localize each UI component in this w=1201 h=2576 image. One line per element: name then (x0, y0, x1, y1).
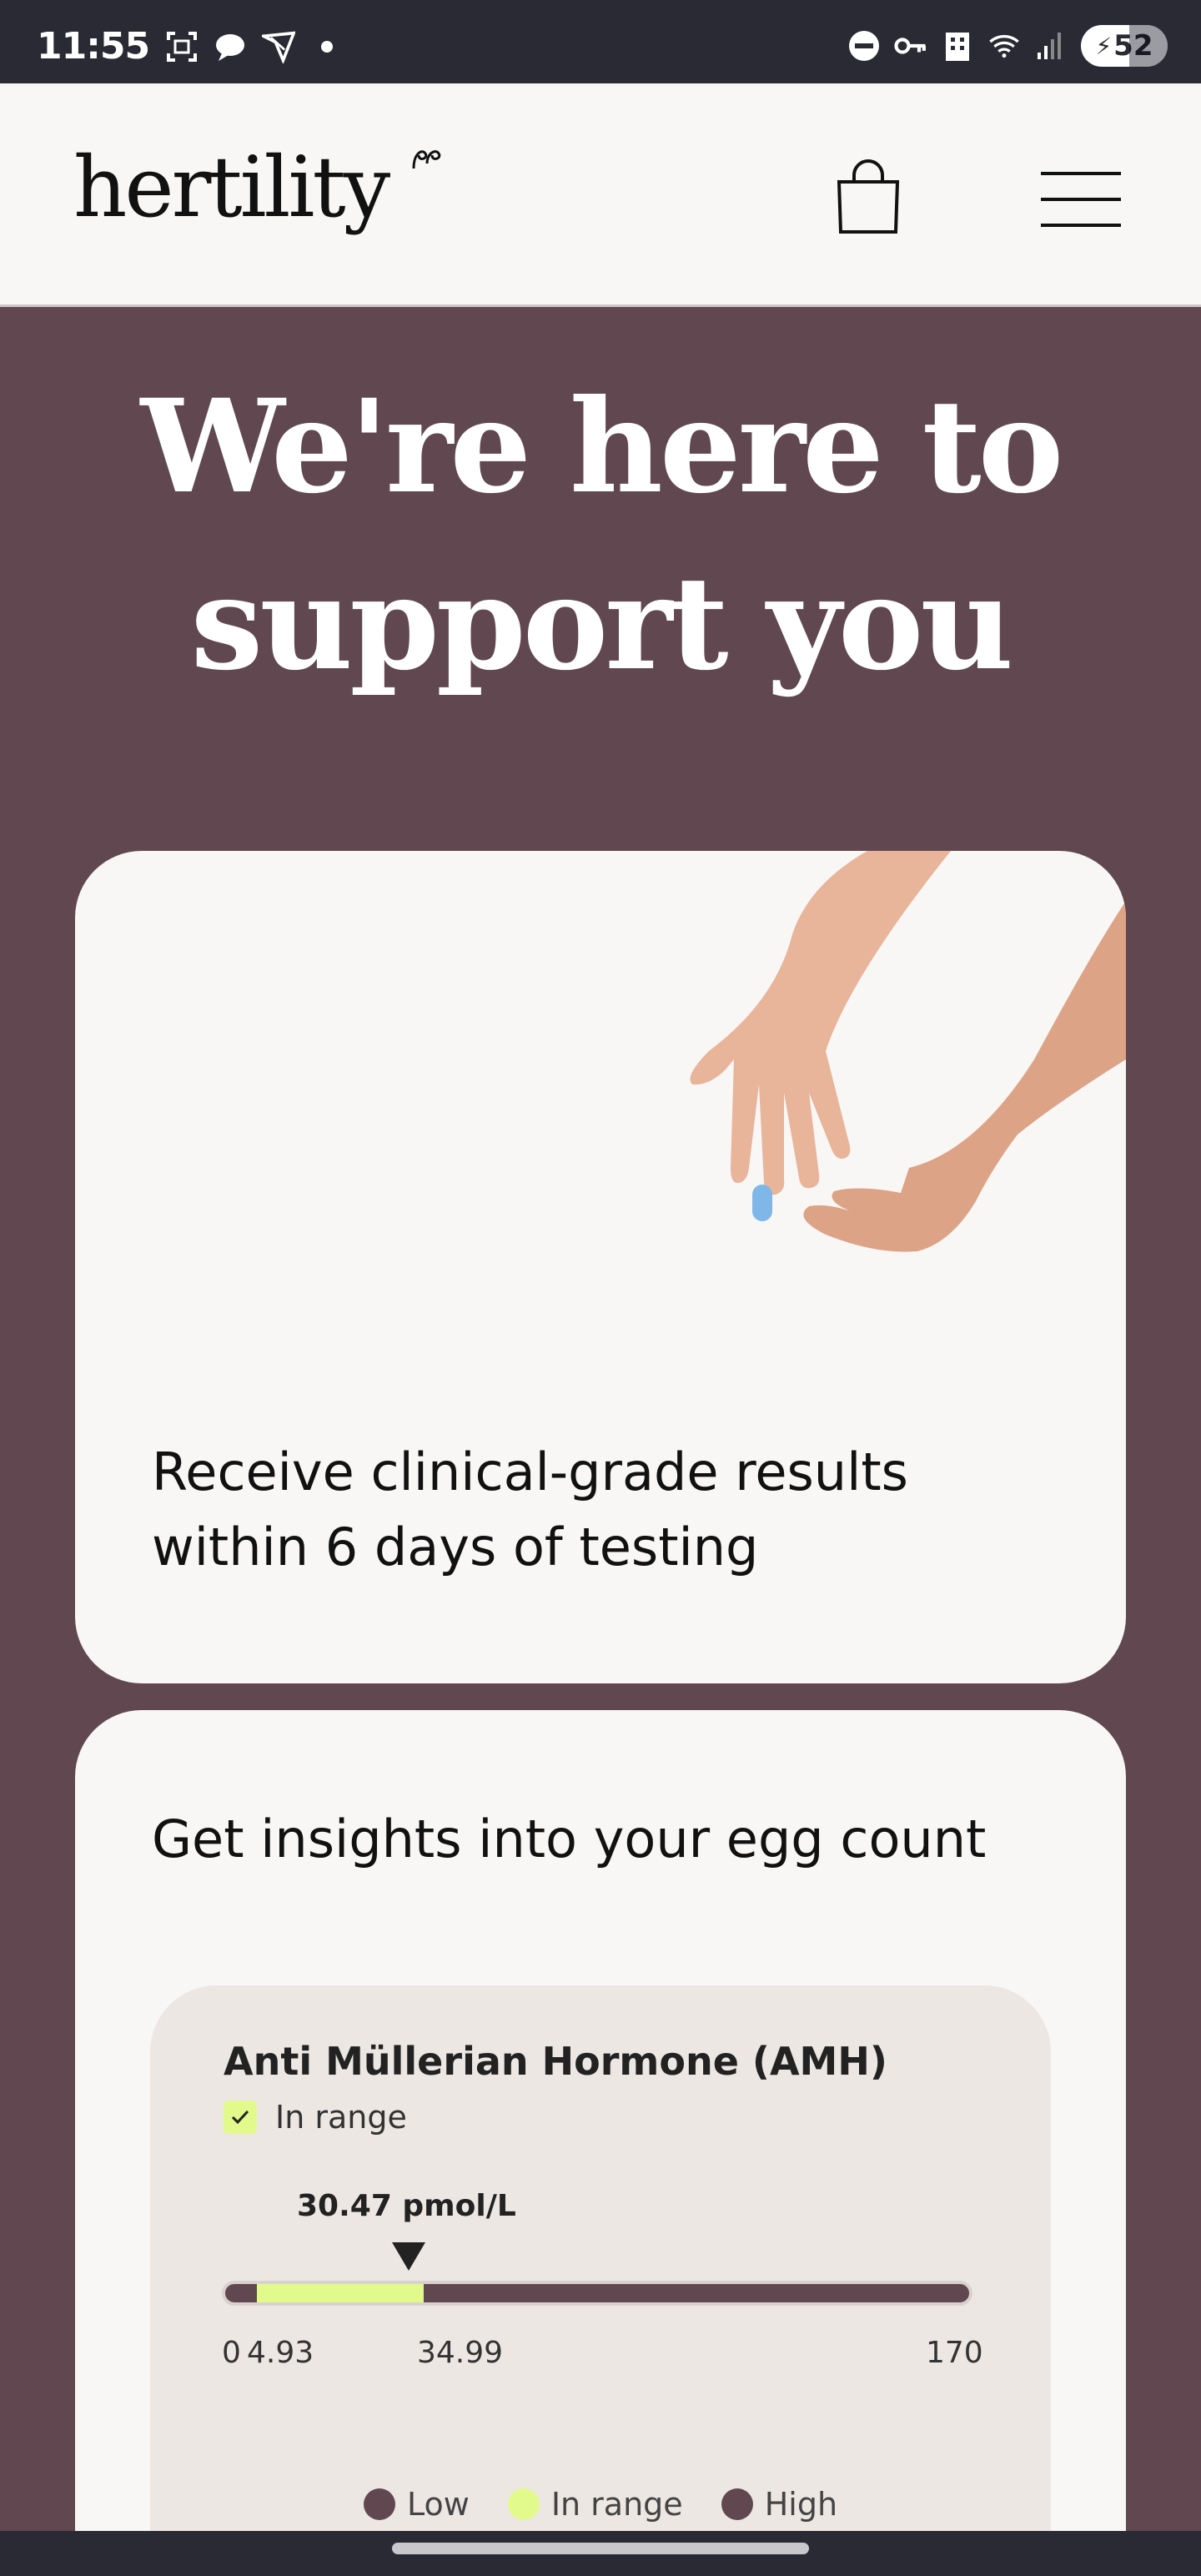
legend-item-low: Low (363, 2486, 470, 2523)
hero-title-line-2: support you (190, 548, 1014, 699)
amh-range-bar (222, 2281, 972, 2306)
tick-label: 0 (222, 2336, 241, 2370)
results-card-text-line-1: Receive clinical-grade results (152, 1441, 908, 1502)
home-gesture-handle[interactable] (392, 2543, 809, 2554)
shopping-bag-icon (837, 159, 900, 234)
results-card-text: Receive clinical-grade results within 6 … (152, 1435, 908, 1585)
dot-icon (310, 30, 344, 63)
vpn-key-icon (894, 29, 927, 63)
insights-card: Get insights into your egg count Anti Mü… (75, 1710, 1126, 2576)
legend-label: High (764, 2486, 838, 2523)
ryanair-icon (262, 30, 295, 63)
amh-in-range-segment (257, 2284, 424, 2302)
signal-icon (1034, 29, 1068, 63)
status-time: 11:55 (37, 25, 150, 68)
legend-label: Low (406, 2486, 470, 2523)
logo-mark-icon (409, 143, 450, 181)
results-card: Receive clinical-grade results within 6 … (75, 851, 1126, 1683)
wifi-icon (987, 29, 1021, 63)
check-icon (224, 2101, 257, 2134)
legend-item-high: High (721, 2486, 837, 2523)
legend-label: In range (550, 2486, 683, 2523)
tick-label: 170 (926, 2336, 983, 2370)
amh-value-label: 30.47 pmol/L (297, 2189, 516, 2223)
legend-dot (507, 2488, 540, 2520)
menu-button[interactable] (1039, 170, 1123, 229)
logo[interactable]: hertility (73, 138, 390, 236)
system-nav-bar (0, 2531, 1201, 2576)
legend-dot (363, 2488, 395, 2520)
dnd-icon (847, 29, 881, 63)
cart-button[interactable] (831, 155, 906, 239)
amh-value-marker-icon (392, 2242, 425, 2271)
battery-level: 52 (1113, 29, 1153, 63)
amh-result-panel: Anti Müllerian Hormone (AMH) In range 30… (150, 1985, 1051, 2576)
battery-icon: ⚡ 52 (1081, 25, 1168, 67)
amh-legend: Low In range High (150, 2486, 1051, 2523)
screenshot-icon (165, 30, 198, 63)
hero-title-line-1: We're here to (140, 371, 1064, 522)
building-icon (941, 29, 974, 63)
legend-dot (721, 2488, 753, 2520)
site-header: hertility (0, 83, 1201, 307)
hamburger-menu-icon (1041, 172, 1121, 227)
status-icons-left (165, 30, 344, 63)
legend-item-in-range: In range (507, 2486, 683, 2523)
status-bar: 11:55 ⚡ 52 (0, 0, 1201, 83)
status-icons-right: ⚡ 52 (847, 25, 1168, 67)
amh-status: In range (275, 2099, 407, 2136)
results-card-text-line-2: within 6 days of testing (152, 1517, 759, 1577)
insights-card-text: Get insights into your egg count (152, 1809, 987, 1869)
tick-label: 4.93 (247, 2336, 314, 2370)
tick-label: 34.99 (417, 2336, 504, 2370)
amh-title: Anti Müllerian Hormone (AMH) (224, 2039, 887, 2084)
hero-title: We're here to support you (0, 359, 1201, 712)
chat-icon (214, 30, 247, 63)
hands-illustration (690, 851, 1126, 1252)
